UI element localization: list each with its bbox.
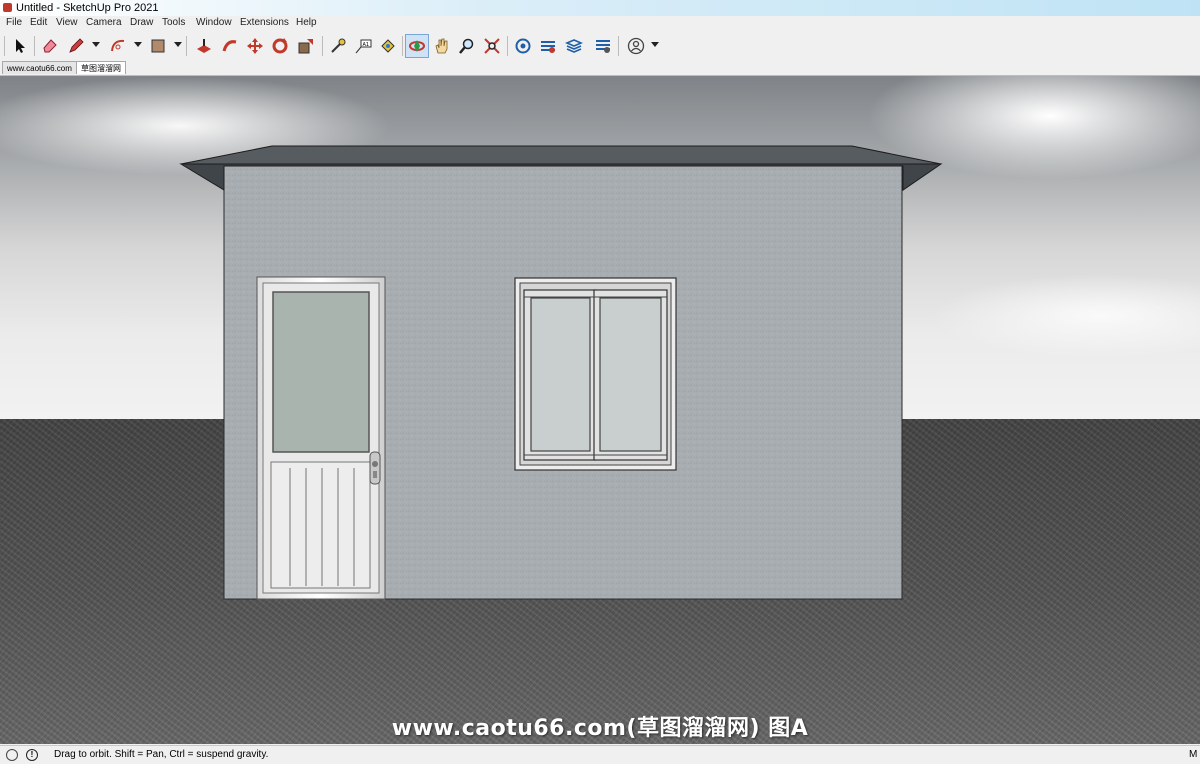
- orbit-tool-button[interactable]: [405, 34, 429, 58]
- rectangle-icon: [151, 39, 165, 53]
- tape-measure-icon: [331, 38, 346, 53]
- title-bar: Untitled - SketchUp Pro 2021: [0, 0, 1200, 16]
- watermark-text: www.caotu66.com(草图溜溜网) 图A: [391, 716, 809, 741]
- menu-edit[interactable]: Edit: [30, 17, 47, 28]
- status-bar: ! Drag to orbit. Shift = Pan, Ctrl = sus…: [0, 745, 1200, 764]
- arc-tool-button[interactable]: [106, 34, 130, 58]
- account-dropdown[interactable]: [651, 42, 659, 47]
- measurements-label: M: [1189, 749, 1198, 760]
- layers-stack-icon: [565, 39, 583, 53]
- line-tool-dropdown[interactable]: [92, 42, 100, 47]
- info-icon[interactable]: !: [26, 749, 38, 761]
- door-glass-panel: [272, 291, 370, 453]
- rotate-icon: [272, 38, 288, 54]
- window-title: Untitled - SketchUp Pro 2021: [16, 2, 159, 14]
- zoom-extents-tool-button[interactable]: [480, 34, 504, 58]
- arc-tool-dropdown[interactable]: [134, 42, 142, 47]
- rectangle-tool-dropdown[interactable]: [174, 42, 182, 47]
- paint-bucket-icon: [381, 39, 395, 53]
- eraser-icon: [43, 39, 57, 53]
- menu-window[interactable]: Window: [196, 17, 232, 28]
- scene-tab-caotuliuliu[interactable]: 草图溜溜网: [76, 61, 126, 74]
- toolbar-separator: [4, 36, 5, 56]
- door-lower-panel: [270, 461, 371, 589]
- select-tool-button[interactable]: [8, 34, 32, 58]
- toolbar-separator: [507, 36, 508, 56]
- zoom-extents-icon: [484, 38, 500, 54]
- push-pull-tool-button[interactable]: [192, 34, 216, 58]
- hand-icon: [435, 38, 448, 54]
- eraser-tool-button[interactable]: [38, 34, 62, 58]
- toolbar-separator: [186, 36, 187, 56]
- status-message: Drag to orbit. Shift = Pan, Ctrl = suspe…: [54, 749, 269, 760]
- roof-surface[interactable]: [180, 145, 942, 165]
- warehouse-icon: [515, 38, 531, 54]
- tape-measure-tool-button[interactable]: [326, 34, 350, 58]
- menu-file[interactable]: File: [6, 17, 22, 28]
- menu-extensions[interactable]: Extensions: [240, 17, 289, 28]
- select-arrow-icon: [16, 39, 25, 53]
- follow-me-icon: [222, 40, 237, 52]
- rectangle-tool-button[interactable]: [146, 34, 170, 58]
- layout-tool-button[interactable]: [562, 34, 586, 58]
- sliding-window[interactable]: [514, 277, 677, 471]
- menu-bar: File Edit View Camera Draw Tools Window …: [0, 16, 1200, 31]
- text-tool-button[interactable]: A1: [351, 34, 375, 58]
- svg-text:A1: A1: [363, 42, 370, 48]
- toolbar-separator: [402, 36, 403, 56]
- 3d-warehouse-tool-button[interactable]: [511, 34, 535, 58]
- menu-view[interactable]: View: [56, 17, 78, 28]
- move-arrows-icon: [247, 38, 263, 54]
- window-right-glass: [599, 297, 662, 452]
- scene-tabs-bar: www.caotu66.com 草图溜溜网: [0, 60, 1200, 76]
- menu-help[interactable]: Help: [296, 17, 317, 28]
- menu-tools[interactable]: Tools: [162, 17, 185, 28]
- extension-manager-icon: [596, 40, 610, 53]
- main-toolbar: A1: [0, 31, 1200, 61]
- rotate-tool-button[interactable]: [268, 34, 292, 58]
- text-label-icon: A1: [355, 39, 372, 54]
- follow-me-tool-button[interactable]: [218, 34, 242, 58]
- door-handle-plate: [369, 451, 381, 485]
- extension-warehouse-icon: [541, 41, 555, 53]
- toolbar-separator: [322, 36, 323, 56]
- window-left-glass: [530, 297, 591, 452]
- toolbar-separator: [34, 36, 35, 56]
- line-tool-button[interactable]: [64, 34, 88, 58]
- zoom-tool-button[interactable]: [455, 34, 479, 58]
- pan-tool-button[interactable]: [430, 34, 454, 58]
- scene-tab-caotu66[interactable]: www.caotu66.com: [2, 61, 77, 74]
- paint-bucket-tool-button[interactable]: [376, 34, 400, 58]
- scale-tool-button[interactable]: [294, 34, 318, 58]
- sketchup-app-icon: [3, 3, 12, 12]
- door-knob: [372, 461, 378, 467]
- menu-draw[interactable]: Draw: [130, 17, 153, 28]
- modeling-viewport[interactable]: www.caotu66.com(草图溜溜网) 图A: [0, 76, 1200, 744]
- account-tool-button[interactable]: [624, 34, 648, 58]
- user-account-icon: [627, 37, 645, 55]
- house-model[interactable]: [0, 76, 1200, 744]
- geo-location-icon[interactable]: [6, 749, 18, 761]
- orbit-icon: [409, 40, 425, 52]
- move-tool-button[interactable]: [243, 34, 267, 58]
- magnifier-icon: [459, 38, 474, 54]
- extension-warehouse-tool-button[interactable]: [536, 34, 560, 58]
- extension-manager-tool-button[interactable]: [591, 34, 615, 58]
- front-door[interactable]: [256, 276, 386, 600]
- scale-icon: [298, 39, 313, 54]
- toolbar-separator: [618, 36, 619, 56]
- pencil-icon: [69, 38, 84, 53]
- menu-camera[interactable]: Camera: [86, 17, 122, 28]
- arc-icon: [111, 39, 125, 52]
- push-pull-icon: [197, 39, 211, 53]
